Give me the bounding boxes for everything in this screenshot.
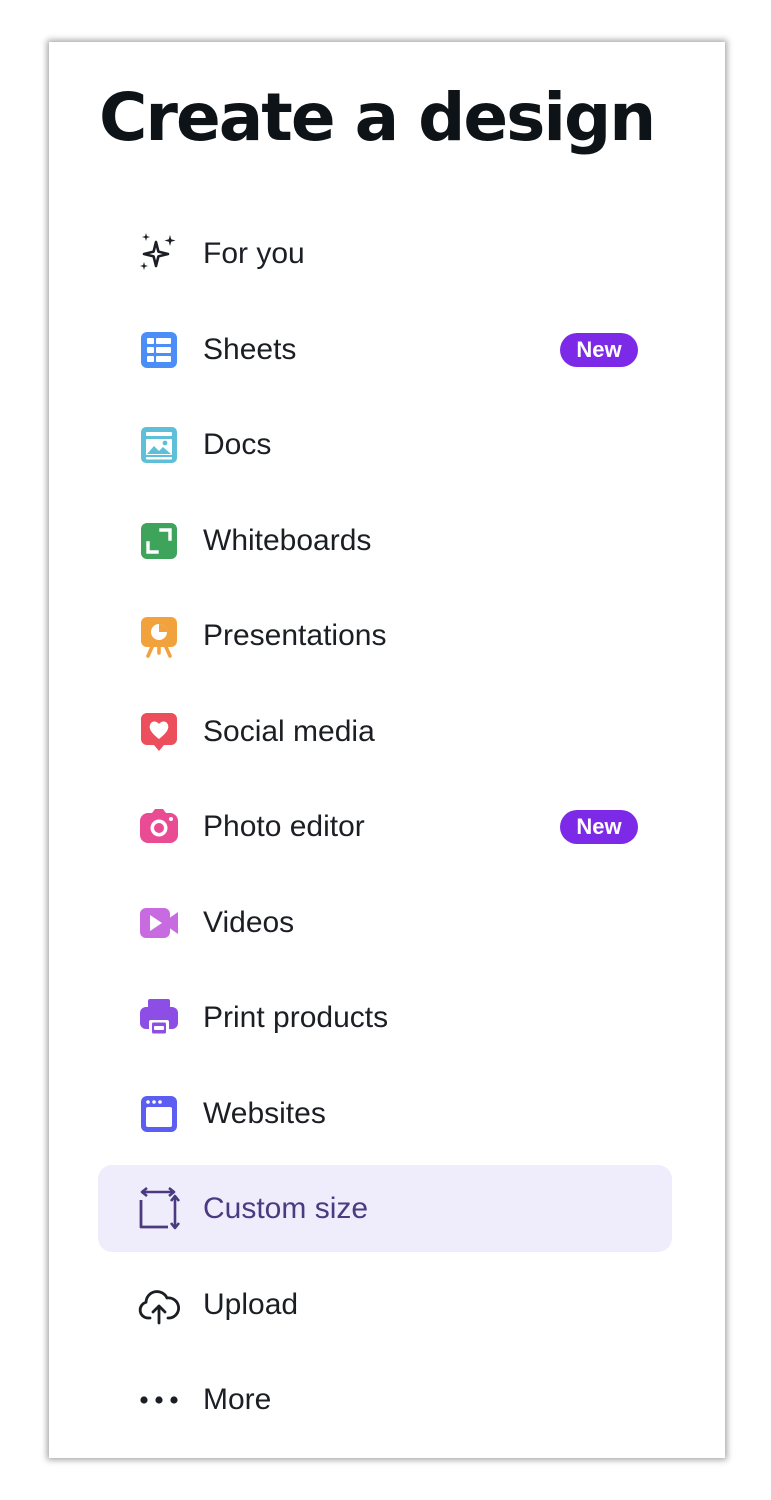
menu-item-label: Docs <box>203 428 272 461</box>
resize-frame-icon <box>136 1186 182 1232</box>
browser-window-icon <box>136 1091 182 1137</box>
menu-item-social-media[interactable]: Social media <box>98 688 672 775</box>
menu-item-for-you[interactable]: For you <box>98 210 672 297</box>
whiteboard-icon <box>136 518 182 564</box>
menu-item-presentations[interactable]: Presentations <box>98 592 672 679</box>
panel-title: Create a design <box>99 79 656 156</box>
camera-icon <box>136 804 182 850</box>
menu-item-label: Sheets <box>203 332 297 366</box>
new-badge: New <box>560 332 638 367</box>
menu-item-label: Upload <box>203 1287 299 1321</box>
menu-item-label: Photo editor <box>203 810 365 843</box>
menu-item-custom-size[interactable]: Custom size <box>98 1165 672 1252</box>
menu-item-photo-editor[interactable]: Photo editor New <box>98 783 672 870</box>
menu-item-label: Custom size <box>203 1192 369 1225</box>
menu-item-label: Whiteboards <box>203 523 372 557</box>
menu-item-websites[interactable]: Websites <box>98 1070 672 1157</box>
menu-item-label: Print products <box>203 1001 389 1034</box>
cloud-upload-icon <box>136 1282 182 1328</box>
create-design-panel: Create a design For you Sheets New Docs … <box>49 42 725 1458</box>
menu-item-whiteboards[interactable]: Whiteboards <box>98 497 672 584</box>
menu-item-videos[interactable]: Videos <box>98 879 672 966</box>
menu-item-label: For you <box>203 237 305 270</box>
menu-item-label: Presentations <box>203 619 387 652</box>
printer-icon <box>136 995 182 1041</box>
presentation-easel-icon <box>136 613 182 659</box>
menu-item-label: Social media <box>203 714 375 748</box>
menu-item-print-products[interactable]: Print products <box>98 974 672 1061</box>
sparkles-icon <box>136 231 182 277</box>
sheets-grid-icon <box>136 327 182 373</box>
video-camera-icon <box>136 900 182 946</box>
more-dots-icon <box>136 1377 182 1423</box>
docs-icon <box>136 422 182 468</box>
menu-item-label: More <box>203 1383 272 1416</box>
design-type-menu: For you Sheets New Docs Whiteboards Pres… <box>98 210 672 1452</box>
heart-bubble-icon <box>136 709 182 755</box>
menu-item-more[interactable]: More <box>98 1356 672 1443</box>
new-badge: New <box>560 810 638 844</box>
menu-item-sheets[interactable]: Sheets New <box>98 306 672 393</box>
menu-item-label: Videos <box>203 905 295 939</box>
menu-item-label: Websites <box>203 1096 326 1130</box>
menu-item-docs[interactable]: Docs <box>98 401 672 488</box>
menu-item-upload[interactable]: Upload <box>98 1261 672 1348</box>
